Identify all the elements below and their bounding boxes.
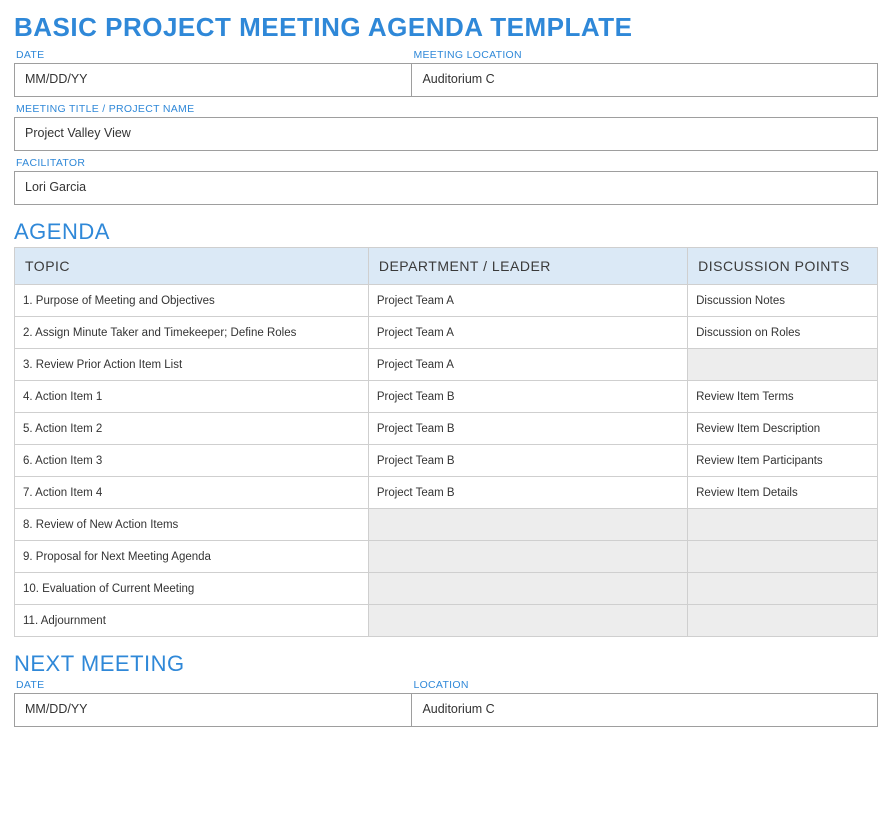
cell-department[interactable]: [368, 509, 687, 541]
table-row: 3. Review Prior Action Item ListProject …: [15, 349, 878, 381]
next-fields-row: DATE MM/DD/YY LOCATION Auditorium C: [14, 679, 878, 727]
location-field: MEETING LOCATION Auditorium C: [411, 49, 878, 97]
next-meeting-heading: NEXT MEETING: [14, 651, 878, 677]
top-fields-row-3: FACILITATOR Lori Garcia: [14, 157, 878, 205]
meeting-title-field: MEETING TITLE / PROJECT NAME Project Val…: [14, 103, 878, 151]
cell-discussion[interactable]: [688, 349, 878, 381]
facilitator-field: FACILITATOR Lori Garcia: [14, 157, 878, 205]
cell-topic[interactable]: 4. Action Item 1: [15, 381, 369, 413]
top-fields-row-2: MEETING TITLE / PROJECT NAME Project Val…: [14, 103, 878, 151]
facilitator-input[interactable]: Lori Garcia: [14, 171, 878, 205]
cell-department[interactable]: Project Team A: [368, 317, 687, 349]
agenda-table: TOPIC DEPARTMENT / LEADER DISCUSSION POI…: [14, 247, 878, 637]
next-date-label: DATE: [14, 679, 411, 691]
agenda-heading: AGENDA: [14, 219, 878, 245]
table-row: 9. Proposal for Next Meeting Agenda: [15, 541, 878, 573]
cell-department[interactable]: Project Team B: [368, 477, 687, 509]
table-row: 11. Adjournment: [15, 605, 878, 637]
table-row: 4. Action Item 1Project Team BReview Ite…: [15, 381, 878, 413]
cell-topic[interactable]: 5. Action Item 2: [15, 413, 369, 445]
cell-topic[interactable]: 1. Purpose of Meeting and Objectives: [15, 285, 369, 317]
cell-topic[interactable]: 10. Evaluation of Current Meeting: [15, 573, 369, 605]
location-input[interactable]: Auditorium C: [411, 63, 878, 97]
meeting-title-label: MEETING TITLE / PROJECT NAME: [14, 103, 878, 115]
cell-department[interactable]: [368, 605, 687, 637]
table-row: 1. Purpose of Meeting and ObjectivesProj…: [15, 285, 878, 317]
cell-discussion[interactable]: Review Item Terms: [688, 381, 878, 413]
cell-topic[interactable]: 2. Assign Minute Taker and Timekeeper; D…: [15, 317, 369, 349]
cell-department[interactable]: [368, 573, 687, 605]
next-location-field: LOCATION Auditorium C: [411, 679, 878, 727]
table-row: 10. Evaluation of Current Meeting: [15, 573, 878, 605]
top-fields-row-1: DATE MM/DD/YY MEETING LOCATION Auditoriu…: [14, 49, 878, 97]
col-header-topic: TOPIC: [15, 248, 369, 285]
table-row: 5. Action Item 2Project Team BReview Ite…: [15, 413, 878, 445]
cell-discussion[interactable]: Review Item Details: [688, 477, 878, 509]
col-header-department: DEPARTMENT / LEADER: [368, 248, 687, 285]
cell-topic[interactable]: 8. Review of New Action Items: [15, 509, 369, 541]
cell-discussion[interactable]: [688, 541, 878, 573]
cell-discussion[interactable]: [688, 605, 878, 637]
col-header-discussion: DISCUSSION POINTS: [688, 248, 878, 285]
cell-discussion[interactable]: [688, 509, 878, 541]
facilitator-label: FACILITATOR: [14, 157, 878, 169]
cell-topic[interactable]: 6. Action Item 3: [15, 445, 369, 477]
table-row: 7. Action Item 4Project Team BReview Ite…: [15, 477, 878, 509]
cell-discussion[interactable]: Discussion Notes: [688, 285, 878, 317]
next-location-input[interactable]: Auditorium C: [411, 693, 878, 727]
cell-discussion[interactable]: Review Item Description: [688, 413, 878, 445]
cell-topic[interactable]: 9. Proposal for Next Meeting Agenda: [15, 541, 369, 573]
table-row: 8. Review of New Action Items: [15, 509, 878, 541]
table-row: 6. Action Item 3Project Team BReview Ite…: [15, 445, 878, 477]
date-input[interactable]: MM/DD/YY: [14, 63, 411, 97]
meeting-title-input[interactable]: Project Valley View: [14, 117, 878, 151]
next-location-label: LOCATION: [411, 679, 878, 691]
next-date-input[interactable]: MM/DD/YY: [14, 693, 411, 727]
cell-department[interactable]: Project Team B: [368, 381, 687, 413]
date-label: DATE: [14, 49, 411, 61]
cell-discussion[interactable]: Discussion on Roles: [688, 317, 878, 349]
cell-department[interactable]: [368, 541, 687, 573]
cell-department[interactable]: Project Team B: [368, 445, 687, 477]
cell-department[interactable]: Project Team A: [368, 349, 687, 381]
page-title: BASIC PROJECT MEETING AGENDA TEMPLATE: [14, 12, 878, 43]
cell-topic[interactable]: 3. Review Prior Action Item List: [15, 349, 369, 381]
cell-department[interactable]: Project Team B: [368, 413, 687, 445]
cell-topic[interactable]: 11. Adjournment: [15, 605, 369, 637]
cell-topic[interactable]: 7. Action Item 4: [15, 477, 369, 509]
cell-department[interactable]: Project Team A: [368, 285, 687, 317]
cell-discussion[interactable]: [688, 573, 878, 605]
cell-discussion[interactable]: Review Item Participants: [688, 445, 878, 477]
table-row: 2. Assign Minute Taker and Timekeeper; D…: [15, 317, 878, 349]
date-field: DATE MM/DD/YY: [14, 49, 411, 97]
next-date-field: DATE MM/DD/YY: [14, 679, 411, 727]
location-label: MEETING LOCATION: [411, 49, 878, 61]
